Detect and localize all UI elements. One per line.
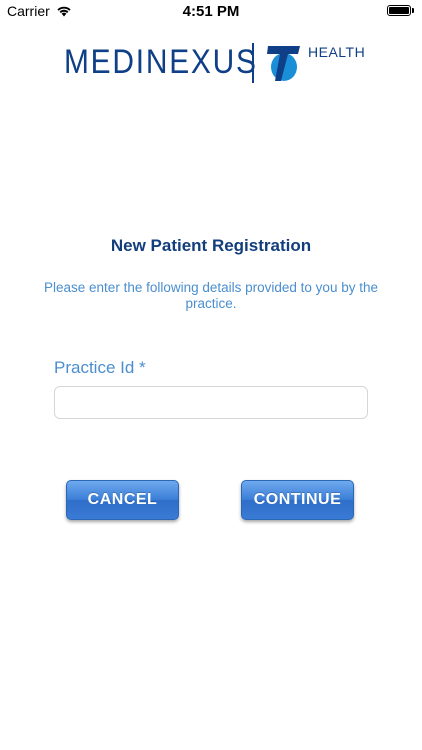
status-bar: Carrier 4:51 PM xyxy=(0,0,422,24)
practice-id-label: Practice Id * xyxy=(54,358,146,377)
app-logo: MEDINEXUS HEALTH xyxy=(64,40,365,86)
page-title: New Patient Registration xyxy=(110,236,312,255)
cancel-button[interactable]: CANCEL xyxy=(66,480,179,520)
brand-wordmark: MEDINEXUS xyxy=(64,43,258,81)
practice-id-input[interactable] xyxy=(54,386,368,419)
telstra-t-logo-icon xyxy=(266,43,302,83)
status-time: 4:51 PM xyxy=(182,3,240,20)
battery-icon xyxy=(387,5,414,16)
health-label: HEALTH xyxy=(308,44,366,60)
continue-button[interactable]: CONTINUE xyxy=(241,480,354,520)
instructions-text: Please enter the following details provi… xyxy=(44,280,378,311)
